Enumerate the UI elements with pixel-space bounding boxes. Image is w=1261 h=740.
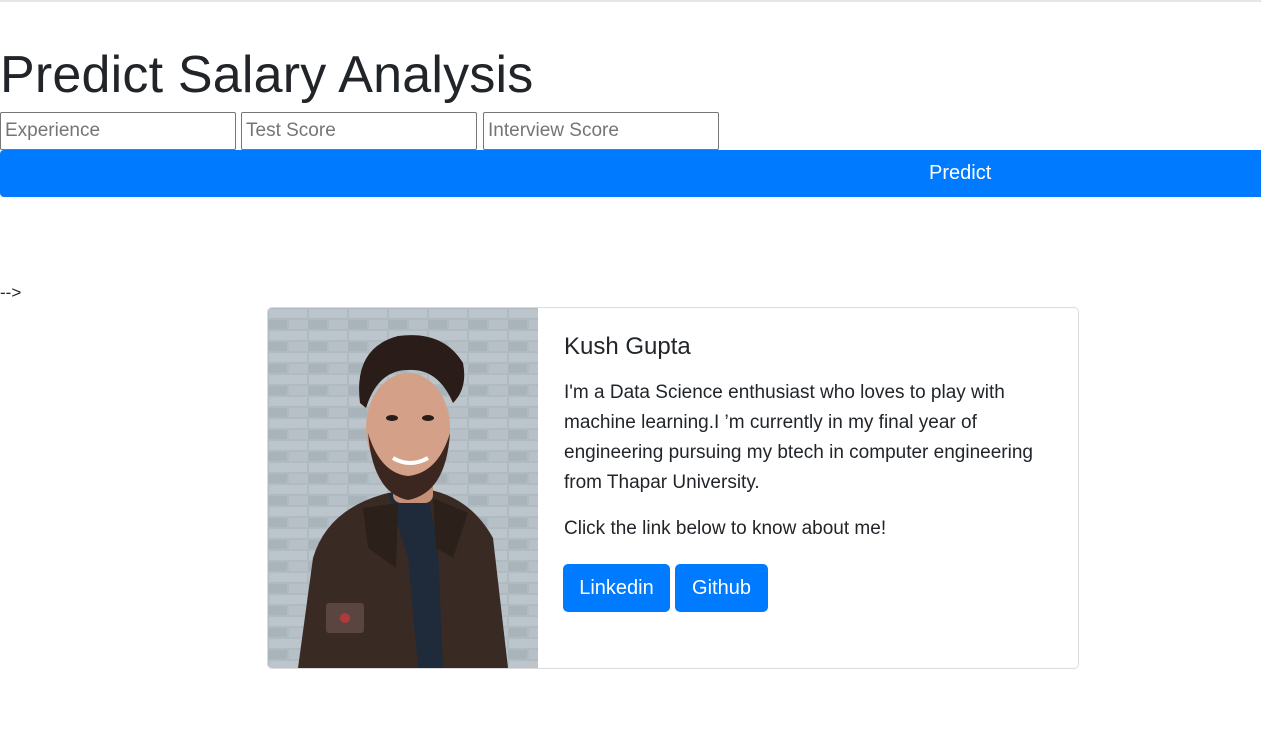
predict-button[interactable]: Predict <box>0 150 1261 197</box>
profile-card-body: Kush Gupta I'm a Data Science enthusiast… <box>563 332 1044 612</box>
linkedin-button[interactable]: Linkedin <box>563 564 670 612</box>
interview-score-input[interactable] <box>483 112 719 150</box>
stray-comment-text: --> <box>0 283 22 302</box>
profile-card: Kush Gupta I'm a Data Science enthusiast… <box>267 307 1079 669</box>
top-divider <box>0 0 1261 2</box>
experience-input[interactable] <box>0 112 236 150</box>
github-button[interactable]: Github <box>675 564 768 612</box>
profile-photo <box>268 308 538 668</box>
profile-cta: Click the link below to know about me! <box>564 518 887 539</box>
profile-links: Linkedin Github <box>563 564 1044 612</box>
profile-name: Kush Gupta <box>564 333 691 360</box>
test-score-input[interactable] <box>241 112 477 150</box>
page-title: Predict Salary Analysis <box>0 46 534 104</box>
profile-bio: I'm a Data Science enthusiast who loves … <box>564 382 1033 493</box>
